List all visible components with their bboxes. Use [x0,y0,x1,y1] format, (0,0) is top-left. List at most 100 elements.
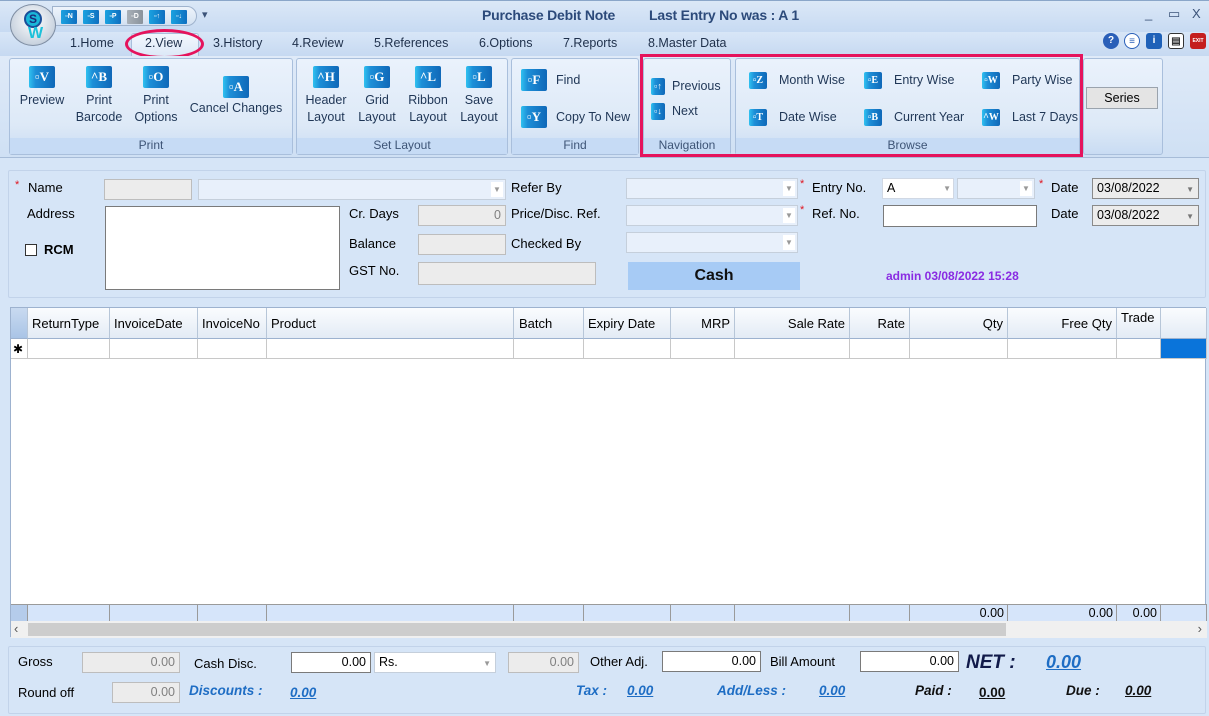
grid-cell[interactable] [28,339,110,359]
rcm-checkbox[interactable] [25,244,37,256]
preview-button[interactable]: ▫V Preview [14,66,70,109]
gst-input[interactable] [418,262,596,285]
checked-by-dropdown[interactable]: ▼ [626,232,798,253]
cash-disc-input[interactable]: 0.00 [291,652,371,673]
print-icon[interactable]: ▫P [105,10,121,24]
items-grid[interactable]: ReturnType InvoiceDate InvoiceNo Product… [10,307,1207,638]
tab-options[interactable]: 6.Options [479,36,533,50]
tab-reports[interactable]: 7.Reports [563,36,617,50]
tax-value[interactable]: 0.00 [627,683,653,698]
chevron-down-icon[interactable]: ▼ [943,181,951,196]
grid-cell[interactable] [110,339,198,359]
grid-layout-button[interactable]: ▫G Grid Layout [354,66,400,126]
header-layout-button[interactable]: ^H Header Layout [301,66,351,126]
other-adj-input[interactable]: 0.00 [662,651,761,672]
column-header-rate[interactable]: Rate [850,308,910,339]
document-icon[interactable]: ▤ [1168,33,1184,49]
grid-cell[interactable] [267,339,514,359]
discounts-value[interactable]: 0.00 [290,685,316,700]
cr-days-input[interactable]: 0 [418,205,506,226]
chevron-down-icon[interactable]: ▼ [1186,182,1194,197]
gross-input[interactable]: 0.00 [82,652,180,673]
close-button[interactable]: X [1192,6,1201,21]
tab-references[interactable]: 5.References [374,36,448,50]
column-header-product[interactable]: Product [267,308,514,339]
chevron-down-icon[interactable]: ▼ [783,181,795,196]
new-icon[interactable]: ▫N [61,10,77,24]
print-options-button[interactable]: ▫O Print Options [130,66,182,126]
tab-history[interactable]: 3.History [213,36,262,50]
chat-icon[interactable]: ≡ [1124,33,1140,49]
column-header-expiry-date[interactable]: Expiry Date [584,308,671,339]
column-header-extra[interactable] [1161,308,1207,339]
cash-disc-amount[interactable]: 0.00 [508,652,579,673]
cash-button[interactable]: Cash [628,262,800,290]
column-header-qty[interactable]: Qty [910,308,1008,339]
round-off-input[interactable]: 0.00 [112,682,180,703]
name-dropdown[interactable]: ▼ [198,179,506,200]
chevron-down-icon[interactable]: ▼ [483,656,491,671]
help-icon[interactable]: ? [1103,33,1119,49]
delete-icon[interactable]: ▫D [127,10,143,24]
save-icon[interactable]: ▫S [83,10,99,24]
name-code-input[interactable] [104,179,192,200]
grid-cell[interactable] [584,339,671,359]
column-header-invoice-no[interactable]: InvoiceNo [198,308,267,339]
info-icon[interactable]: i [1146,33,1162,49]
selected-grid-cell[interactable] [1161,339,1207,359]
entry-series-dropdown[interactable]: A ▼ [882,178,954,199]
column-header-mrp[interactable]: MRP [671,308,735,339]
minimize-button[interactable]: _ [1145,6,1152,21]
save-layout-button[interactable]: ▫L Save Layout [456,66,502,126]
date2-picker[interactable]: 03/08/2022 ▼ [1092,205,1199,226]
grid-cell[interactable] [735,339,850,359]
scrollbar-thumb[interactable] [28,623,1006,636]
grid-corner[interactable] [11,308,28,339]
chevron-down-icon[interactable]: ▼ [783,208,795,223]
refer-by-dropdown[interactable]: ▼ [626,178,798,199]
scroll-left-icon[interactable]: ‹ [14,621,18,636]
entry-number-dropdown[interactable]: ▼ [957,178,1035,199]
price-ref-dropdown[interactable]: ▼ [626,205,798,226]
ref-no-input[interactable] [883,205,1037,227]
tab-home[interactable]: 1.Home [70,36,114,50]
date-picker[interactable]: 03/08/2022 ▼ [1092,178,1199,199]
grid-cell[interactable] [850,339,910,359]
app-menu-button[interactable]: S W [10,4,56,46]
grid-cell[interactable] [910,339,1008,359]
bill-amount-input[interactable]: 0.00 [860,651,959,672]
tab-master-data[interactable]: 8.Master Data [648,36,727,50]
customize-qat-icon[interactable]: ▾ [202,8,208,21]
print-barcode-button[interactable]: ^B Print Barcode [72,66,126,126]
column-header-invoice-date[interactable]: InvoiceDate [110,308,198,339]
find-button[interactable]: ▫F Find [521,69,631,93]
cancel-changes-button[interactable]: ▫A Cancel Changes [188,76,284,117]
chevron-down-icon[interactable]: ▼ [783,235,795,250]
column-header-return-type[interactable]: ReturnType [28,308,110,339]
maximize-button[interactable]: ▭ [1168,6,1180,22]
column-header-free-qty[interactable]: Free Qty [1008,308,1117,339]
horizontal-scrollbar[interactable]: ‹ › [11,621,1207,638]
copy-to-new-button[interactable]: ▫Y Copy To New [521,106,636,130]
grid-cell[interactable] [514,339,584,359]
previous-icon[interactable]: ▫↑ [149,10,165,24]
next-icon[interactable]: ▫↓ [171,10,187,24]
add-less-value[interactable]: 0.00 [819,683,845,698]
series-button[interactable]: Series [1086,87,1158,109]
balance-input[interactable] [418,234,506,255]
grid-cell[interactable] [671,339,735,359]
ribbon-layout-button[interactable]: ^L Ribbon Layout [404,66,452,126]
grid-cell[interactable] [1008,339,1117,359]
grid-cell[interactable] [1117,339,1161,359]
address-textarea[interactable] [105,206,340,290]
column-header-sale-rate[interactable]: Sale Rate [735,308,850,339]
cash-disc-unit-dropdown[interactable]: Rs. ▼ [374,652,496,673]
chevron-down-icon[interactable]: ▼ [491,182,503,197]
grid-cell[interactable] [198,339,267,359]
exit-icon[interactable]: EXIT [1190,33,1206,49]
chevron-down-icon[interactable]: ▼ [1186,209,1194,224]
chevron-down-icon[interactable]: ▼ [1020,181,1032,196]
column-header-trade[interactable]: Trade [1117,308,1161,339]
scroll-right-icon[interactable]: › [1198,621,1202,636]
tab-review[interactable]: 4.Review [292,36,343,50]
